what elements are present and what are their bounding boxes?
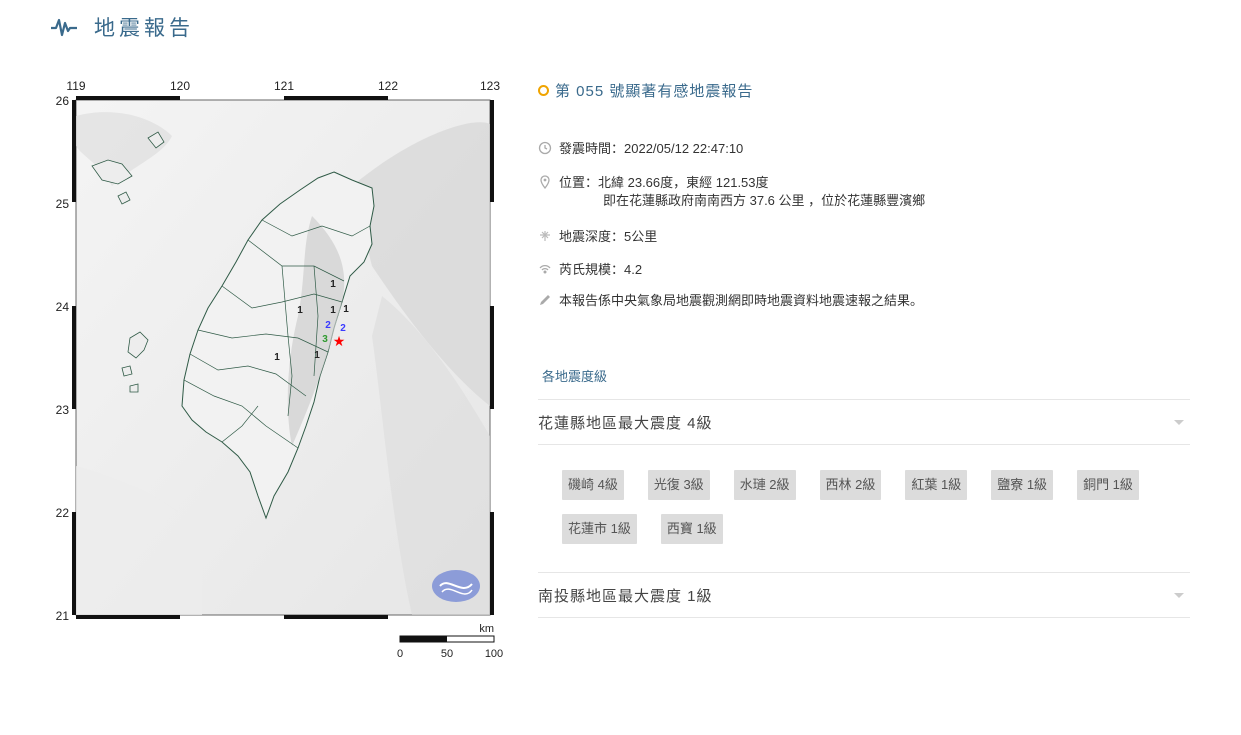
- clock-icon: [538, 141, 552, 155]
- station-intensity-tag: 磯崎 4級: [562, 470, 624, 500]
- region-accordion-hualien[interactable]: 花蓮縣地區最大震度 4級: [538, 399, 1190, 445]
- intensity-section-title: 各地震度級: [542, 369, 608, 384]
- page-header: 地震報告: [50, 12, 194, 42]
- station-intensity-tag: 銅門 1級: [1077, 470, 1139, 500]
- station-intensity-list: 磯崎 4級 光復 3級 水璉 2級 西林 2級 紅葉 1級 鹽寮 1級 銅門 1…: [562, 470, 1182, 558]
- station-intensity-tag: 花蓮市 1級: [562, 514, 637, 544]
- scale-unit: km: [479, 623, 494, 635]
- caret-down-icon: [1174, 419, 1184, 425]
- depth-row: 地震深度：5公里: [538, 228, 657, 246]
- bullet-ring-icon: [538, 84, 549, 96]
- location-coordinates: 位置：北緯 23.66度，東經 121.53度: [559, 175, 769, 190]
- report-title: 第 055 號顯著有感地震報告: [555, 82, 754, 100]
- region-max-intensity-label: 花蓮縣地區最大震度 4級: [538, 414, 713, 432]
- epicenter-star-icon: ★: [333, 333, 346, 349]
- station-intensity-tag: 紅葉 1級: [905, 470, 968, 500]
- station-intensity-mark: 1: [330, 279, 336, 290]
- lat-tick-label: 25: [56, 197, 70, 211]
- depth-icon: [540, 231, 550, 241]
- lon-tick-label: 123: [480, 79, 500, 93]
- scale-label: 0: [397, 648, 403, 660]
- scale-bar: km 0 50 100: [397, 623, 503, 660]
- magnitude-row: 芮氏規模：4.2: [538, 261, 642, 279]
- station-intensity-tag: 西寶 1級: [660, 514, 723, 544]
- scale-label: 50: [441, 648, 453, 660]
- location-row: 位置：北緯 23.66度，東經 121.53度 即在花蓮縣政府南南西方 37.6…: [538, 174, 925, 210]
- station-intensity-mark: 1: [314, 350, 320, 361]
- earthquake-map: 119 120 121 122 123 26 25 24 23 22 21 1 …: [52, 76, 512, 666]
- lon-tick-label: 120: [170, 79, 190, 93]
- note-row: 本報告係中央氣象局地震觀測網即時地震資料地震速報之結果。: [538, 292, 923, 310]
- page-title: 地震報告: [94, 17, 194, 40]
- map-figure: 119 120 121 122 123 26 25 24 23 22 21 1 …: [56, 79, 504, 660]
- station-intensity-tag: 西林 2級: [819, 470, 882, 500]
- caret-down-icon: [1174, 592, 1184, 598]
- focal-depth: 地震深度：5公里: [559, 229, 658, 244]
- station-intensity-mark: 1: [297, 305, 303, 316]
- report-note: 本報告係中央氣象局地震觀測網即時地震資料地震速報之結果。: [559, 293, 924, 308]
- station-intensity-mark: 1: [330, 305, 336, 316]
- magnitude: 芮氏規模：4.2: [559, 262, 643, 277]
- lon-tick-label: 119: [66, 79, 85, 93]
- region-accordion-nantou[interactable]: 南投縣地區最大震度 1級: [538, 572, 1190, 618]
- lat-tick-label: 21: [56, 609, 70, 623]
- lat-tick-label: 22: [56, 506, 70, 520]
- time-row: 發震時間：2022/05/12 22:47:10: [538, 140, 743, 158]
- station-intensity-tag: 水璉 2級: [733, 470, 796, 500]
- report-panel: 第 055 號顯著有感地震報告 發震時間：2022/05/12 22:47:10…: [538, 78, 1198, 618]
- station-intensity-mark: 3: [322, 334, 328, 345]
- signal-waves-icon: [539, 265, 551, 274]
- station-intensity-tag: 鹽寮 1級: [991, 470, 1054, 500]
- location-description: 即在花蓮縣政府南南西方 37.6 公里 ，位於花蓮縣豐濱鄉: [603, 193, 926, 208]
- lat-tick-label: 23: [56, 403, 70, 417]
- pencil-icon: [540, 295, 550, 305]
- lat-tick-label: 26: [56, 94, 70, 108]
- station-intensity-mark: 1: [274, 352, 280, 363]
- scale-label: 100: [485, 648, 503, 660]
- lat-tick-label: 24: [56, 300, 70, 314]
- lon-tick-label: 121: [274, 79, 294, 93]
- station-intensity-mark: 1: [343, 304, 349, 315]
- station-intensity-mark: 2: [325, 320, 331, 331]
- map-pin-icon: [540, 175, 550, 189]
- lon-tick-label: 122: [378, 79, 398, 93]
- origin-time: 發震時間：2022/05/12 22:47:10: [559, 141, 744, 156]
- region-max-intensity-label: 南投縣地區最大震度 1級: [538, 587, 713, 605]
- seismograph-icon: [51, 18, 77, 37]
- station-intensity-tag: 光復 3級: [647, 470, 710, 500]
- report-title-row: 第 055 號顯著有感地震報告: [538, 78, 1198, 102]
